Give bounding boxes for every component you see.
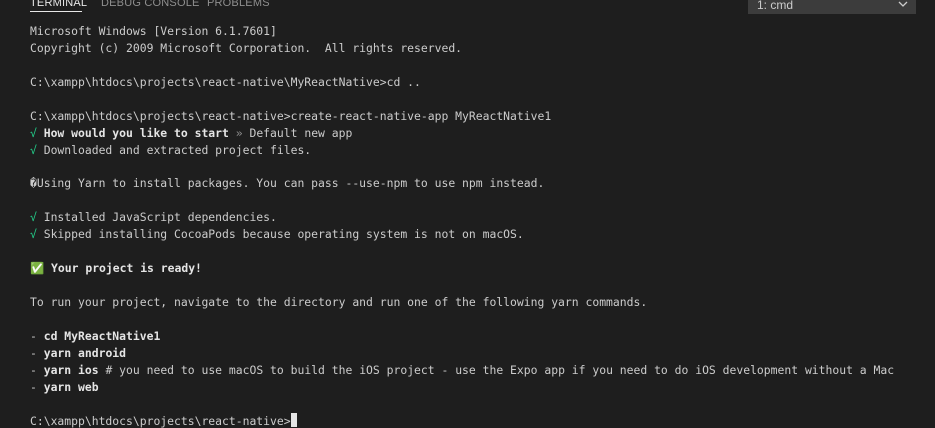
terminal-line: To run your project, navigate to the dir… (30, 295, 648, 309)
terminal-line: - yarn android (30, 345, 930, 362)
command-note: # you need to use macOS to build the iOS… (98, 362, 895, 377)
list-dash: - (30, 362, 44, 377)
command-prompt: C:\xampp\htdocs\projects\react-native> (30, 413, 291, 428)
chevron-down-icon (898, 1, 908, 7)
terminal-text: Skipped installing CocoaPods because ope… (36, 227, 524, 242)
check-icon: √ (30, 125, 37, 140)
terminal-line: Microsoft Windows [Version 6.1.7601] (30, 24, 277, 38)
check-icon: √ (30, 227, 37, 242)
terminal-output[interactable]: Microsoft Windows [Version 6.1.7601] Cop… (30, 23, 930, 428)
terminal-prompt-line[interactable]: C:\xampp\htdocs\projects\react-native> (30, 412, 930, 428)
tab-terminal[interactable]: TERMINAL (30, 0, 87, 10)
checkmark-icon: ✅ (30, 261, 45, 276)
check-icon: √ (30, 142, 37, 157)
prompt-arrow: » (228, 125, 250, 140)
command-text: yarn android (43, 345, 127, 360)
list-dash: - (30, 328, 44, 343)
terminal-line: √ Installed JavaScript dependencies. (30, 209, 930, 226)
terminal-line: - yarn web (30, 379, 930, 396)
command-text: cd MyReactNative1 (43, 328, 161, 343)
terminal-line: - cd MyReactNative1 (30, 328, 930, 345)
command-text: yarn web (43, 379, 99, 394)
terminal-line: √ How would you like to start » Default … (30, 125, 930, 142)
terminal-line: ✅ Your project is ready! (30, 260, 930, 277)
terminal-text: Installed JavaScript dependencies. (36, 210, 277, 225)
terminal-line: �Using Yarn to install packages. You can… (30, 176, 545, 191)
terminal-line: √ Downloaded and extracted project files… (30, 142, 930, 159)
list-dash: - (30, 379, 44, 394)
prompt-answer: Default new app (249, 125, 353, 140)
terminal-panel: TERMINAL DEBUG CONSOLE PROBLEMS 1: cmd M… (0, 0, 935, 428)
terminal-instance-selected: 1: cmd (757, 0, 794, 12)
ready-message: Your project is ready! (44, 261, 202, 276)
terminal-line: Copyright (c) 2009 Microsoft Corporation… (30, 40, 463, 55)
prompt-question: How would you like to start (36, 125, 229, 140)
terminal-line: C:\xampp\htdocs\projects\react-native\My… (30, 74, 421, 89)
command-text: yarn ios (43, 362, 99, 377)
tab-problems[interactable]: PROBLEMS (207, 0, 270, 10)
text-cursor (290, 412, 297, 427)
list-dash: - (30, 345, 44, 360)
terminal-instance-select[interactable]: 1: cmd (748, 0, 916, 14)
terminal-text: Downloaded and extracted project files. (36, 142, 312, 157)
tab-debug-console[interactable]: DEBUG CONSOLE (101, 0, 200, 10)
active-tab-indicator (30, 11, 82, 12)
terminal-line: - yarn ios # you need to use macOS to bu… (30, 362, 930, 379)
check-icon: √ (30, 210, 37, 225)
panel-tab-bar: TERMINAL DEBUG CONSOLE PROBLEMS 1: cmd (0, 0, 935, 14)
terminal-line: C:\xampp\htdocs\projects\react-native>cr… (30, 108, 552, 123)
terminal-line: √ Skipped installing CocoaPods because o… (30, 226, 930, 243)
